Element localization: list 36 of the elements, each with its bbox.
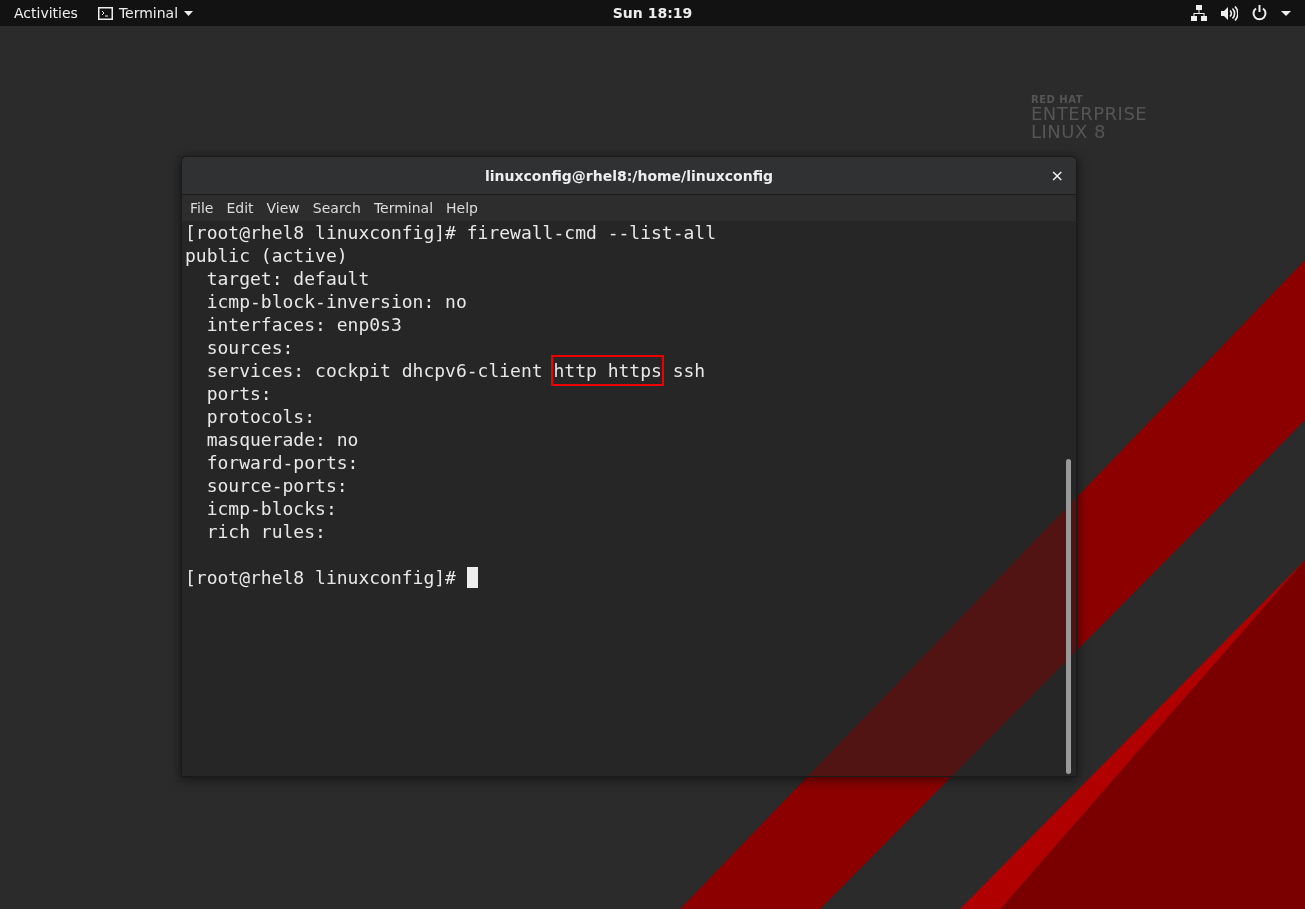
terminal-text: sources: (205, 337, 294, 358)
terminal-text: services: cockpit dhcpv6-client (205, 360, 544, 381)
terminal-text: ports: (205, 383, 272, 404)
caret-icon (184, 10, 194, 16)
terminal-text: icmp-blocks: (205, 498, 337, 519)
scrollbar[interactable] (1066, 459, 1071, 774)
terminal-text: [root@rhel8 linuxconfig]# (185, 567, 457, 588)
close-button[interactable]: × (1050, 166, 1064, 185)
terminal-text: forward-ports: (205, 452, 359, 473)
terminal-text: ssh (671, 360, 706, 381)
terminal-text: target: default (205, 268, 370, 289)
network-icon[interactable] (1191, 5, 1207, 21)
menu-item[interactable]: File (190, 200, 221, 216)
caret-icon[interactable] (1281, 10, 1291, 16)
terminal-text: [root@rhel8 linuxconfig]# firewall-cmd --list-all (185, 222, 716, 243)
menu-item[interactable]: Edit (226, 200, 261, 216)
window-title: linuxconfig@rhel8:/home/linuxconfig (484, 167, 774, 184)
terminal-text: source-ports: (205, 475, 348, 496)
terminal-icon (97, 6, 113, 20)
highlighted-text: http https (553, 357, 662, 384)
menu-item[interactable]: Help (446, 200, 485, 216)
menu-item[interactable]: Search (312, 200, 368, 216)
app-menu[interactable]: Terminal (97, 5, 194, 21)
terminal-text: rich rules: (205, 521, 326, 542)
terminal-text: icmp-block-inversion: no (205, 291, 467, 312)
menu-item[interactable]: View (266, 200, 307, 216)
terminal-text: public (active) (185, 245, 348, 266)
terminal-text: interfaces: enp0s3 (205, 314, 402, 335)
power-icon[interactable] (1252, 5, 1267, 21)
clock[interactable]: Sun 18:19 (612, 5, 693, 21)
menu-item[interactable]: Terminal (373, 200, 441, 216)
activities-button[interactable]: Activities (14, 5, 78, 21)
terminal-text: masquerade: no (205, 429, 359, 450)
terminal-text: protocols: (205, 406, 316, 427)
text-cursor (466, 567, 478, 588)
volume-icon[interactable] (1221, 5, 1238, 21)
